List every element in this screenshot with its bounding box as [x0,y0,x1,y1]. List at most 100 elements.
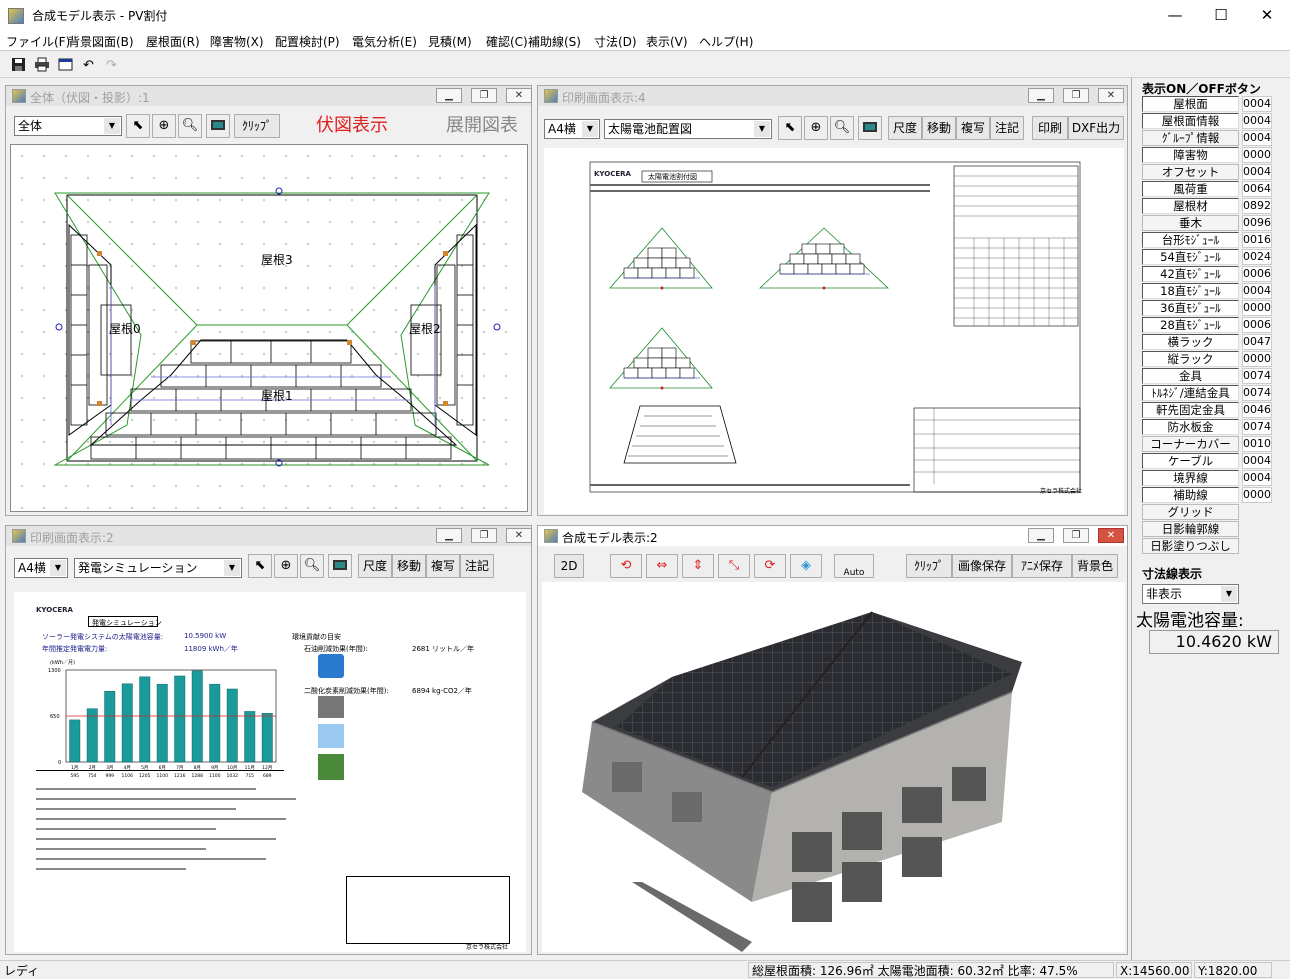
print-button[interactable]: 印刷 [1032,116,1068,140]
toggle-corner-cover-button[interactable]: コーナーカバー [1142,436,1239,452]
toggle-connector-button[interactable]: ﾄﾙﾈｼﾞ/連結金具 [1142,385,1239,401]
toggle-shadow-fill-button[interactable]: 日影塗りつぶし [1142,538,1239,554]
clip-button[interactable]: ｸﾘｯﾌﾟ [234,114,280,138]
paper-size-select[interactable]: A4横 ▼ [14,558,68,578]
2d-button[interactable]: 2D [554,554,584,578]
toggle-obstacle-button[interactable]: 障害物 [1142,147,1239,163]
development-view-tab[interactable]: 展開図表 [446,111,518,137]
pan-vertical-icon[interactable]: ⇕ [682,554,714,578]
minimize-button[interactable]: — [1152,0,1198,31]
move-button[interactable]: 移動 [922,116,956,140]
background-color-button[interactable]: 背景色 [1072,554,1118,578]
toggle-cable-button[interactable]: ケーブル [1142,453,1239,469]
auto-rotate-icon[interactable]: Auto [834,554,874,578]
toggle-28-module-button[interactable]: 28直ﾓｼﾞｭｰﾙ [1142,317,1239,333]
mdi-restore-button[interactable]: ❐ [471,88,497,103]
zoom-area-icon[interactable]: ⊕ [274,554,298,578]
toggle-flashing-button[interactable]: 防水板金 [1142,419,1239,435]
menu-estimate[interactable]: 見積(M) [428,33,472,50]
zoom-icon[interactable]: 🔍︎ [830,116,854,140]
dxf-export-button[interactable]: DXF出力 [1068,116,1124,140]
zoom-area-icon[interactable]: ⊕ [152,114,176,138]
toggle-guide-line-button[interactable]: 補助線 [1142,487,1239,503]
mdi-restore-button[interactable]: ❐ [1063,528,1089,543]
menu-guide[interactable]: 補助線(S) [528,33,581,50]
mdi-minimize-button[interactable]: ▁ [1028,528,1054,543]
mdi-close-button[interactable]: ✕ [506,528,532,543]
print-preview-sheet[interactable]: KYOCERA 発電シミュレーション ソーラー発電システムの太陽電池容量: 10… [14,592,526,952]
mdi-minimize-button[interactable]: ▁ [436,528,462,543]
toggle-bracket-button[interactable]: 金具 [1142,368,1239,384]
rotate-left-icon[interactable]: ⟲ [610,554,642,578]
scale-button[interactable]: 尺度 [358,554,392,578]
zoom-icon[interactable]: 🔍︎ [300,554,324,578]
mdi-restore-button[interactable]: ❐ [1063,88,1089,103]
menu-obstacle[interactable]: 障害物(X) [210,33,264,50]
redo-icon[interactable]: ↷ [103,57,120,74]
menu-electric[interactable]: 電気分析(E) [352,33,417,50]
copy-button[interactable]: 複写 [956,116,990,140]
toggle-rafter-button[interactable]: 垂木 [1142,215,1239,231]
roof-plan-canvas[interactable]: 屋根3 屋根0 屋根2 屋根1 [10,144,528,512]
print-icon[interactable] [33,57,50,74]
menu-confirm[interactable]: 確認(C) [486,33,528,50]
fit-view-icon[interactable] [328,554,352,578]
mdi-minimize-button[interactable]: ▁ [1028,88,1054,103]
view-reset-icon[interactable]: ◈ [790,554,822,578]
toggle-shadow-outline-button[interactable]: 日影輪郭線 [1142,521,1239,537]
mdi-restore-button[interactable]: ❐ [471,528,497,543]
print-layout-select[interactable]: 発電シミュレーション ▼ [74,558,242,578]
annotation-button[interactable]: 注記 [990,116,1024,140]
window-icon[interactable] [57,57,74,74]
tilt-icon[interactable]: ⤡ [718,554,750,578]
paper-size-select[interactable]: A4横 ▼ [544,119,600,139]
3d-model-canvas[interactable] [542,582,1125,952]
mdi-minimize-button[interactable]: ▁ [436,88,462,103]
zoom-area-icon[interactable]: ⊕ [804,116,828,140]
toggle-18-module-button[interactable]: 18直ﾓｼﾞｭｰﾙ [1142,283,1239,299]
dimension-display-select[interactable]: 非表示 ▼ [1142,584,1239,604]
mdi-close-button[interactable]: ✕ [506,88,532,103]
maximize-button[interactable]: ☐ [1198,0,1244,31]
select-cursor-icon[interactable]: ⬉ [778,116,802,140]
mdi-close-button[interactable]: ✕ [1098,528,1124,543]
save-image-button[interactable]: 画像保存 [952,554,1012,578]
menu-background[interactable]: 背景図面(B) [68,33,134,50]
save-animation-button[interactable]: ｱﾆﾒ保存 [1012,554,1072,578]
toggle-vertical-rack-button[interactable]: 縦ラック [1142,351,1239,367]
toggle-42-module-button[interactable]: 42直ﾓｼﾞｭｰﾙ [1142,266,1239,282]
print-layout-select[interactable]: 太陽電池配置図 ▼ [604,119,772,139]
select-cursor-icon[interactable]: ⬉ [248,554,272,578]
toggle-roof-material-button[interactable]: 屋根材 [1142,198,1239,214]
close-button[interactable]: ✕ [1244,0,1290,31]
print-preview-sheet[interactable]: KYOCERA 太陽電池割付図 京セラ株式会社 [544,148,1124,514]
annotation-button[interactable]: 注記 [460,554,494,578]
toggle-54-module-button[interactable]: 54直ﾓｼﾞｭｰﾙ [1142,249,1239,265]
toggle-wind-load-button[interactable]: 風荷重 [1142,181,1239,197]
save-icon[interactable] [10,57,27,74]
menu-view[interactable]: 表示(V) [646,33,688,50]
menu-roof[interactable]: 屋根面(R) [146,33,200,50]
rotate-icon[interactable]: ⟳ [754,554,786,578]
toggle-36-module-button[interactable]: 36直ﾓｼﾞｭｰﾙ [1142,300,1239,316]
plan-view-tab[interactable]: 伏図表示 [316,111,388,137]
clip-button[interactable]: ｸﾘｯﾌﾟ [906,554,952,578]
toggle-grid-button[interactable]: グリッド [1142,504,1239,520]
mdi-close-button[interactable]: ✕ [1098,88,1124,103]
view-scope-select[interactable]: 全体 ▼ [14,116,122,136]
move-button[interactable]: 移動 [392,554,426,578]
toggle-roof-info-button[interactable]: 屋根面情報 [1142,113,1239,129]
toggle-horizontal-rack-button[interactable]: 横ラック [1142,334,1239,350]
scale-button[interactable]: 尺度 [888,116,922,140]
copy-button[interactable]: 複写 [426,554,460,578]
toggle-roof-face-button[interactable]: 屋根面 [1142,96,1239,112]
fit-view-icon[interactable] [206,114,230,138]
pan-horizontal-icon[interactable]: ⇔ [646,554,678,578]
undo-icon[interactable]: ↶ [80,57,97,74]
toggle-eave-bracket-button[interactable]: 軒先固定金具 [1142,402,1239,418]
menu-layout[interactable]: 配置検討(P) [275,33,340,50]
menu-dimension[interactable]: 寸法(D) [594,33,637,50]
toggle-offset-button[interactable]: オフセット [1142,164,1239,180]
toggle-boundary-button[interactable]: 境界線 [1142,470,1239,486]
fit-view-icon[interactable] [858,116,882,140]
